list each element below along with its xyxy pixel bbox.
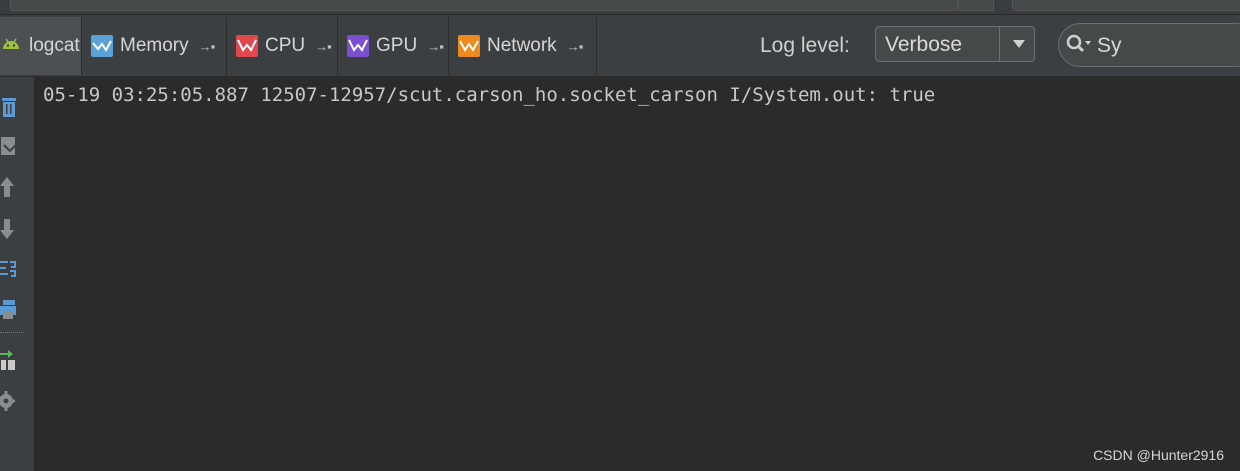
top-small-button[interactable] — [958, 0, 994, 11]
monitor-toolbar: logcat Memory →▪ CPU →▪ GPU →▪ Network →… — [0, 15, 1240, 77]
search-box[interactable] — [1058, 23, 1240, 67]
watermark: CSDN @Hunter2916 — [1093, 447, 1224, 463]
tab-gpu[interactable]: GPU →▪ — [339, 17, 449, 75]
trash-icon[interactable] — [0, 93, 22, 119]
top-path-field[interactable] — [10, 0, 958, 11]
tab-label: CPU — [265, 35, 306, 56]
log-level-select[interactable]: Verbose — [875, 26, 1035, 62]
tab-label: Memory — [120, 35, 189, 56]
sidebar-divider — [0, 332, 24, 333]
log-level-label: Log level: — [760, 34, 850, 57]
detach-arrow-icon[interactable]: →▪ — [427, 39, 444, 54]
tab-label: Network — [487, 35, 557, 56]
top-strip — [0, 0, 1240, 15]
tab-cpu[interactable]: CPU →▪ — [228, 17, 338, 75]
format-icon[interactable] — [0, 257, 22, 283]
log-level-value: Verbose — [885, 33, 963, 56]
select-divider — [999, 27, 1000, 61]
scroll-down-icon[interactable] — [0, 217, 22, 243]
logcat-sidebar — [0, 77, 35, 471]
detach-arrow-icon[interactable]: →▪ — [315, 39, 332, 54]
tab-network[interactable]: Network →▪ — [450, 17, 597, 75]
search-input[interactable] — [1095, 32, 1240, 60]
detach-arrow-icon[interactable]: →▪ — [199, 39, 216, 54]
top-filter-field[interactable] — [1012, 0, 1240, 11]
soft-wrap-icon[interactable] — [0, 133, 22, 159]
chevron-down-icon[interactable] — [1013, 40, 1025, 48]
memory-monitor-icon — [91, 35, 113, 57]
android-icon — [0, 35, 22, 57]
search-icon[interactable] — [1065, 33, 1093, 62]
settings-icon[interactable] — [0, 388, 22, 414]
cpu-monitor-icon — [236, 35, 258, 57]
detach-arrow-icon[interactable]: →▪ — [567, 39, 584, 54]
tab-label: logcat — [29, 35, 80, 56]
gpu-monitor-icon — [347, 35, 369, 57]
scroll-up-icon[interactable] — [0, 175, 22, 201]
logcat-output[interactable]: 05-19 03:25:05.887 12507-12957/scut.cars… — [35, 77, 1240, 471]
print-icon[interactable] — [0, 297, 22, 323]
tab-logcat[interactable]: logcat — [0, 17, 82, 75]
tab-memory[interactable]: Memory →▪ — [83, 17, 227, 75]
network-monitor-icon — [458, 35, 480, 57]
log-line: 05-19 03:25:05.887 12507-12957/scut.cars… — [43, 84, 936, 106]
restart-icon[interactable] — [0, 347, 22, 373]
tab-label: GPU — [376, 35, 418, 56]
